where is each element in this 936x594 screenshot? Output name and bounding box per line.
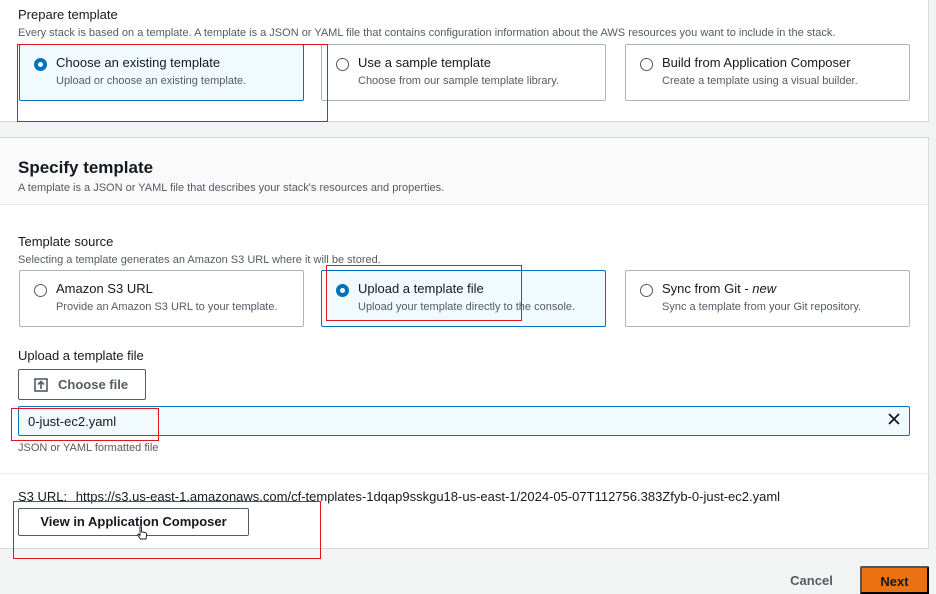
s3-url-value: https://s3.us-east-1.amazonaws.com/cf-te… (75, 489, 781, 504)
specify-template-header: Specify template A template is a JSON or… (0, 138, 928, 205)
view-in-application-composer-button[interactable]: View in Application Composer (18, 508, 249, 536)
choose-file-button[interactable]: Choose file (18, 369, 146, 400)
option-title: Build from Application Composer (662, 55, 851, 70)
option-choose-existing-template[interactable]: Choose an existing template Upload or ch… (19, 44, 304, 101)
radio-choose-existing[interactable] (34, 58, 47, 71)
radio-use-sample[interactable] (336, 58, 349, 71)
radio-build-composer[interactable] (640, 58, 653, 71)
cancel-button[interactable]: Cancel (774, 570, 849, 592)
specify-template-title: Specify template (18, 158, 154, 177)
option-title: Sync from Git - new (662, 281, 776, 296)
choose-file-label: Choose file (58, 377, 129, 392)
radio-amazon-s3-url[interactable] (34, 284, 47, 297)
prepare-template-description: Every stack is based on a template. A te… (18, 27, 836, 39)
next-button[interactable]: Next (860, 566, 929, 594)
specify-template-description: A template is a JSON or YAML file that d… (18, 182, 445, 194)
option-desc: Create a template using a visual builder… (662, 75, 858, 87)
template-source-description: Selecting a template generates an Amazon… (18, 254, 381, 266)
option-desc: Choose from our sample template library. (358, 75, 559, 87)
upload-icon (34, 378, 48, 392)
option-sync-from-git[interactable]: Sync from Git - new Sync a template from… (625, 270, 910, 327)
option-title: Use a sample template (358, 55, 491, 70)
option-amazon-s3-url[interactable]: Amazon S3 URL Provide an Amazon S3 URL t… (19, 270, 304, 327)
hand-cursor-icon (136, 526, 148, 540)
option-title: Upload a template file (358, 281, 484, 296)
template-source-label: Template source (18, 234, 114, 249)
option-use-sample-template[interactable]: Use a sample template Choose from our sa… (321, 44, 606, 101)
selected-file-field: 0-just-ec2.yaml (18, 406, 910, 436)
upload-template-label: Upload a template file (18, 348, 144, 363)
radio-sync-from-git[interactable] (640, 284, 653, 297)
option-build-application-composer[interactable]: Build from Application Composer Create a… (625, 44, 910, 101)
prepare-template-title: Prepare template (18, 7, 118, 22)
option-desc: Upload or choose an existing template. (56, 75, 247, 87)
new-badge: new (752, 281, 777, 296)
section-divider (0, 473, 929, 474)
selected-file-name: 0-just-ec2.yaml (28, 414, 117, 429)
clear-icon[interactable] (887, 412, 901, 426)
option-title-text: Sync from Git - (662, 281, 753, 296)
option-title: Choose an existing template (56, 55, 221, 70)
option-desc: Upload your template directly to the con… (358, 301, 576, 313)
radio-upload-template-file[interactable] (336, 284, 349, 297)
option-upload-template-file[interactable]: Upload a template file Upload your templ… (321, 270, 606, 327)
s3-url-row: S3 URL: https://s3.us-east-1.amazonaws.c… (18, 489, 780, 504)
option-desc: Sync a template from your Git repository… (662, 301, 862, 313)
option-title: Amazon S3 URL (56, 281, 153, 296)
prepare-template-panel: Prepare template Every stack is based on… (0, 0, 929, 122)
s3-url-label: S3 URL: (18, 489, 68, 504)
file-format-hint: JSON or YAML formatted file (18, 442, 159, 454)
specify-template-panel: Specify template A template is a JSON or… (0, 137, 929, 549)
option-desc: Provide an Amazon S3 URL to your templat… (56, 301, 278, 313)
